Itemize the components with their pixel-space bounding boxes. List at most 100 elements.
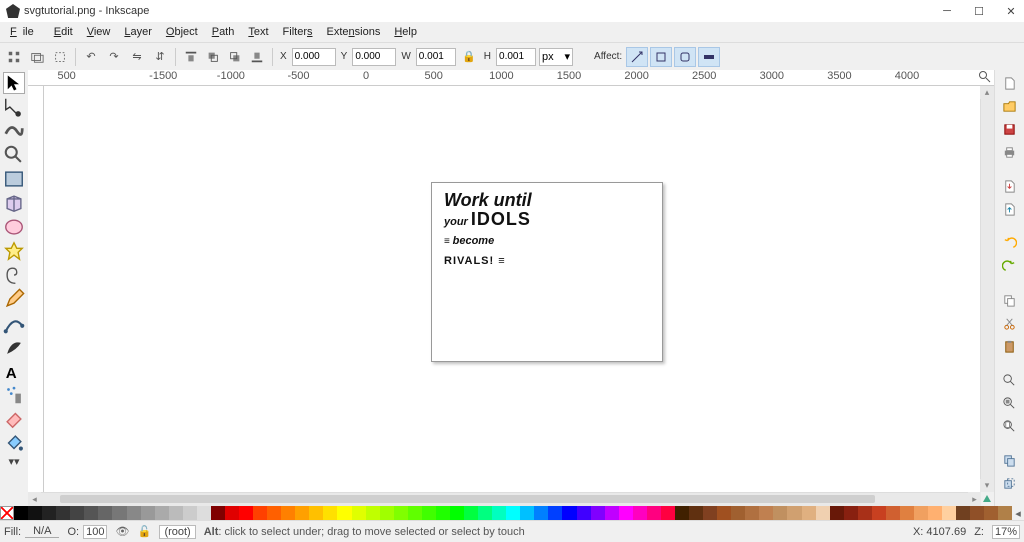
spray-tool[interactable] [3, 384, 25, 406]
menu-object[interactable]: Object [160, 24, 204, 40]
lower-bottom-button[interactable] [247, 47, 267, 67]
undo-button[interactable] [1000, 233, 1020, 253]
color-mode-icon[interactable] [981, 492, 994, 506]
color-swatch[interactable] [998, 506, 1012, 520]
zoom-input[interactable]: 17% [992, 525, 1020, 539]
color-swatch[interactable] [886, 506, 900, 520]
color-swatch[interactable] [689, 506, 703, 520]
horizontal-scrollbar[interactable]: ◂ ▸ [28, 492, 994, 506]
color-swatch[interactable] [731, 506, 745, 520]
chevron-down-icon[interactable]: ▾▾ [3, 456, 25, 466]
color-swatch[interactable] [858, 506, 872, 520]
color-swatch[interactable] [309, 506, 323, 520]
color-swatch[interactable] [98, 506, 112, 520]
color-swatch[interactable] [970, 506, 984, 520]
color-swatch[interactable] [464, 506, 478, 520]
color-swatch[interactable] [591, 506, 605, 520]
raise-top-button[interactable] [181, 47, 201, 67]
rotate-ccw-button[interactable]: ↶ [81, 47, 101, 67]
print-button[interactable] [1000, 142, 1020, 162]
color-swatch[interactable] [323, 506, 337, 520]
ellipse-tool[interactable] [3, 216, 25, 238]
color-swatch[interactable] [661, 506, 675, 520]
paintbucket-tool[interactable] [3, 432, 25, 454]
select-all-button[interactable] [4, 47, 24, 67]
color-swatch[interactable] [787, 506, 801, 520]
color-swatch[interactable] [802, 506, 816, 520]
color-swatch[interactable] [830, 506, 844, 520]
lock-aspect-button[interactable]: 🔒 [459, 47, 479, 67]
no-fill-swatch[interactable] [0, 506, 14, 520]
color-swatch[interactable] [450, 506, 464, 520]
color-swatch[interactable] [844, 506, 858, 520]
close-button[interactable]: ✕ [1004, 4, 1018, 18]
color-swatch[interactable] [717, 506, 731, 520]
color-swatch[interactable] [520, 506, 534, 520]
menu-file[interactable]: File [4, 24, 46, 40]
y-input[interactable]: 0.000 [352, 48, 396, 66]
color-swatch[interactable] [984, 506, 998, 520]
affect-move-button[interactable] [626, 47, 648, 67]
menu-layer[interactable]: Layer [118, 24, 158, 40]
color-swatch[interactable] [408, 506, 422, 520]
vertical-scrollbar[interactable]: ▴▾ [980, 86, 994, 492]
bezier-tool[interactable] [3, 312, 25, 334]
color-swatch[interactable] [478, 506, 492, 520]
menu-help[interactable]: Help [388, 24, 423, 40]
save-button[interactable] [1000, 119, 1020, 139]
clone-button[interactable] [1000, 473, 1020, 493]
paste-button[interactable] [1000, 336, 1020, 356]
color-swatch[interactable] [211, 506, 225, 520]
w-input[interactable]: 0.001 [416, 48, 456, 66]
menu-extensions[interactable]: Extensions [321, 24, 387, 40]
color-swatch[interactable] [141, 506, 155, 520]
color-swatch[interactable] [436, 506, 450, 520]
rotate-cw-button[interactable]: ↷ [104, 47, 124, 67]
color-swatch[interactable] [84, 506, 98, 520]
color-swatch[interactable] [56, 506, 70, 520]
affect-scale-stroke-button[interactable] [650, 47, 672, 67]
flip-v-button[interactable]: ⇵ [150, 47, 170, 67]
color-swatch[interactable] [197, 506, 211, 520]
color-swatch[interactable] [534, 506, 548, 520]
color-swatch[interactable] [225, 506, 239, 520]
color-swatch[interactable] [605, 506, 619, 520]
canvas-page[interactable]: Work until your IDOLS ≡ become RIVALS! ≡ [431, 182, 663, 362]
color-swatch[interactable] [548, 506, 562, 520]
color-swatch[interactable] [337, 506, 351, 520]
color-swatch[interactable] [394, 506, 408, 520]
zoom-sel-button[interactable] [1000, 370, 1020, 390]
3dbox-tool[interactable] [3, 192, 25, 214]
color-swatch[interactable] [422, 506, 436, 520]
color-swatch[interactable] [914, 506, 928, 520]
color-swatch[interactable] [900, 506, 914, 520]
opacity-input[interactable]: 100 [83, 525, 107, 539]
color-swatch[interactable] [70, 506, 84, 520]
color-swatch[interactable] [928, 506, 942, 520]
color-swatch[interactable] [169, 506, 183, 520]
color-swatch[interactable] [267, 506, 281, 520]
color-swatch[interactable] [647, 506, 661, 520]
color-swatch[interactable] [28, 506, 42, 520]
h-input[interactable]: 0.001 [496, 48, 536, 66]
zoom-draw-button[interactable] [1000, 393, 1020, 413]
color-swatch[interactable] [352, 506, 366, 520]
color-swatch[interactable] [492, 506, 506, 520]
color-swatch[interactable] [942, 506, 956, 520]
raise-button[interactable] [203, 47, 223, 67]
menu-filters[interactable]: Filters [277, 24, 319, 40]
duplicate-button[interactable] [1000, 450, 1020, 470]
color-swatch[interactable] [745, 506, 759, 520]
import-button[interactable] [1000, 176, 1020, 196]
color-swatch[interactable] [577, 506, 591, 520]
color-swatch[interactable] [633, 506, 647, 520]
redo-button[interactable] [1000, 256, 1020, 276]
menu-view[interactable]: View [81, 24, 117, 40]
text-tool[interactable]: A [3, 360, 25, 382]
color-swatch[interactable] [127, 506, 141, 520]
menu-text[interactable]: Text [242, 24, 274, 40]
star-tool[interactable] [3, 240, 25, 262]
selector-tool[interactable] [3, 72, 25, 94]
fill-value[interactable]: N/A [25, 525, 59, 538]
zoom-icon[interactable] [978, 70, 992, 84]
